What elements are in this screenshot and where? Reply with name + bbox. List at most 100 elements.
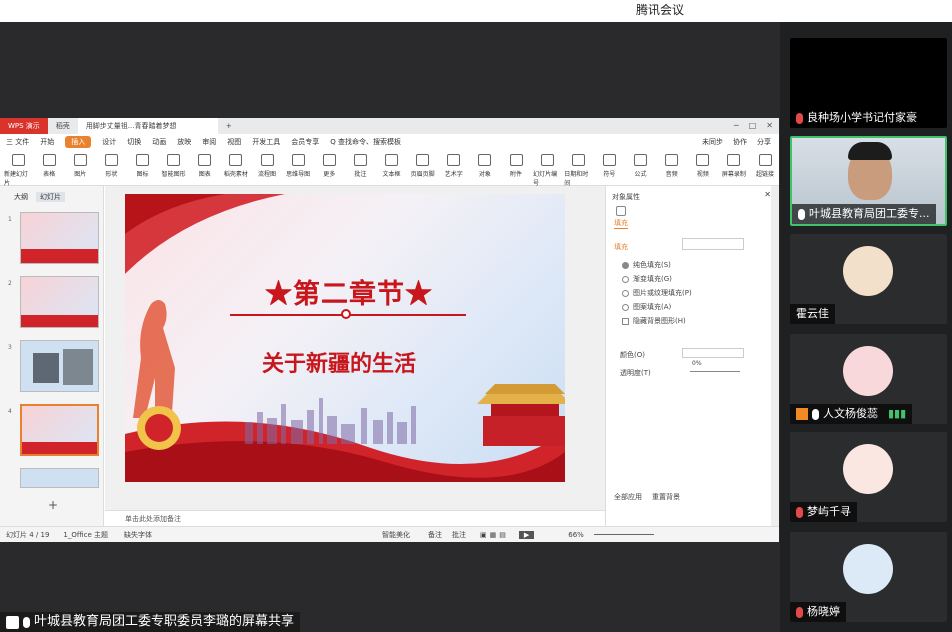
option-pattern-fill[interactable]: 图案填充(A) <box>622 302 671 312</box>
ribbon-button[interactable]: 智能图形 <box>160 150 188 178</box>
tab-docer[interactable]: 稻壳 <box>48 118 78 134</box>
current-slide[interactable]: ★第二章节★ 关于新疆的生活 <box>125 194 565 482</box>
reset-background-button[interactable]: 重置背景 <box>652 492 680 502</box>
screen-share-icon <box>6 615 19 629</box>
notes-field[interactable]: 单击此处添加备注 <box>105 510 605 526</box>
option-gradient-fill[interactable]: 渐变填充(G) <box>622 274 672 284</box>
maximize-icon[interactable]: □ <box>749 121 757 130</box>
close-icon[interactable]: ✕ <box>766 121 773 130</box>
slide-thumbnail[interactable] <box>20 468 99 488</box>
ribbon-button[interactable]: 幻灯片编号 <box>533 150 561 187</box>
missing-font-button[interactable]: 缺失字体 <box>124 530 152 540</box>
menu-review[interactable]: 审阅 <box>202 137 216 147</box>
menu-search[interactable]: Q 查找命令、搜索模板 <box>330 137 401 147</box>
participant-tile[interactable]: 霍云佳 <box>790 234 947 324</box>
ribbon-icon <box>42 154 56 166</box>
ribbon-button[interactable]: 对象 <box>471 150 499 178</box>
ribbon-button[interactable]: 艺术字 <box>440 150 468 178</box>
ribbon-label: 批注 <box>354 171 367 178</box>
insert-ribbon: 新建幻灯片 表格 图片 形状 图标 智能图形 图表 稻壳素材 流程图 思维导图 更多 批注 文本框 页眉页… <box>0 150 779 187</box>
zoom-slider[interactable] <box>593 534 654 535</box>
color-picker[interactable] <box>682 348 744 358</box>
option-solid-fill[interactable]: 纯色填充(S) <box>622 260 671 270</box>
menu-design[interactable]: 设计 <box>102 137 116 147</box>
ribbon-button[interactable]: 超链接 <box>751 150 779 178</box>
ribbon-button[interactable]: 页眉页脚 <box>409 150 437 178</box>
menu-developer[interactable]: 开发工具 <box>252 137 280 147</box>
ribbon-button[interactable]: 视频 <box>689 150 717 178</box>
tab-wps-presentation[interactable]: WPS 演示 <box>0 118 48 134</box>
ribbon-button[interactable]: 符号 <box>595 150 623 178</box>
menu-view[interactable]: 视图 <box>227 137 241 147</box>
ribbon-button[interactable]: 屏幕录制 <box>720 150 748 178</box>
option-picture-fill[interactable]: 图片或纹理填充(P) <box>622 288 692 298</box>
ribbon-button[interactable]: 图标 <box>129 150 157 178</box>
mic-icon <box>23 616 30 628</box>
menu-member[interactable]: 会员专享 <box>291 137 319 147</box>
fill-icon[interactable] <box>616 206 626 216</box>
tab-slides[interactable]: 幻灯片 <box>36 192 65 202</box>
notes-button[interactable]: 备注 <box>428 530 442 540</box>
participant-tile[interactable]: 梦屿千寻 <box>790 432 947 522</box>
slide-title[interactable]: ★第二章节★ <box>265 272 433 311</box>
menu-home[interactable]: 开始 <box>40 137 54 147</box>
ribbon-button[interactable]: 图表 <box>191 150 219 178</box>
add-slide-icon[interactable]: + <box>48 498 58 512</box>
menu-animation[interactable]: 动画 <box>152 137 166 147</box>
apply-all-button[interactable]: 全部应用 <box>614 492 642 502</box>
new-tab-button[interactable]: + <box>218 118 240 134</box>
transparency-label: 透明度(T) <box>620 369 651 377</box>
ribbon-button[interactable]: 批注 <box>346 150 374 178</box>
menu-insert[interactable]: 插入 <box>65 136 92 148</box>
participant-tile[interactable]: 良种场小学书记付家豪 <box>790 38 947 128</box>
ribbon-button[interactable]: 图片 <box>66 150 94 178</box>
ribbon-label: 更多 <box>323 171 336 178</box>
slide-thumbnail[interactable] <box>20 340 99 392</box>
ribbon-button[interactable]: 文本框 <box>378 150 406 178</box>
ribbon-button[interactable]: 流程图 <box>253 150 281 178</box>
radio-icon <box>622 303 629 311</box>
slide-thumbnail[interactable] <box>20 276 99 328</box>
close-pane-icon[interactable]: ✕ <box>764 190 771 199</box>
view-mode-icons[interactable]: ▣▦▤ <box>480 531 509 539</box>
ribbon-button[interactable]: 更多 <box>315 150 343 178</box>
participant-nameplate: 良种场小学书记付家豪 <box>790 108 923 128</box>
participant-tile-active[interactable]: 叶城县教育局团工委专... <box>790 136 947 226</box>
collab-button[interactable]: 协作 <box>733 137 747 147</box>
menu-file[interactable]: 三 文件 <box>6 137 29 147</box>
ribbon-label: 新建幻灯片 <box>4 171 29 187</box>
menu-slideshow[interactable]: 放映 <box>177 137 191 147</box>
ribbon-button[interactable]: 公式 <box>627 150 655 178</box>
play-icon[interactable]: ▶ <box>518 530 535 539</box>
participant-nameplate: 霍云佳 <box>790 304 835 324</box>
minimize-icon[interactable]: ─ <box>734 121 739 130</box>
ribbon-button[interactable]: 附件 <box>502 150 530 178</box>
tab-document[interactable]: 用脚步丈量祖...青春踏着梦想 <box>77 118 218 134</box>
share-button[interactable]: 分享 <box>757 137 771 147</box>
fill-section-title[interactable]: 填充 <box>614 242 628 252</box>
smart-beautify-button[interactable]: 智能美化 <box>382 530 410 540</box>
slide-subtitle[interactable]: 关于新疆的生活 <box>262 346 416 378</box>
slide-thumbnail-selected[interactable] <box>20 404 99 456</box>
thumb-number: 2 <box>8 280 12 287</box>
comment-button[interactable]: 批注 <box>452 530 466 540</box>
menu-transition[interactable]: 切换 <box>127 137 141 147</box>
transparency-value: 0% <box>692 360 702 367</box>
option-hide-background[interactable]: 隐藏背景图形(H) <box>622 316 686 326</box>
participant-tile[interactable]: 杨晓婷 <box>790 532 947 622</box>
ribbon-button[interactable]: 思维导图 <box>284 150 312 178</box>
tab-outline[interactable]: 大纲 <box>14 192 28 202</box>
fill-dropdown[interactable] <box>682 238 744 250</box>
ribbon-button[interactable]: 新建幻灯片 <box>4 150 32 187</box>
ribbon-button[interactable]: 音频 <box>658 150 686 178</box>
participant-tile[interactable]: 人文杨俊蕊 ▮▮▮ <box>790 334 947 424</box>
ribbon-button[interactable]: 日期和时间 <box>564 150 592 187</box>
transparency-slider[interactable] <box>690 371 740 372</box>
zoom-level[interactable]: 66% <box>568 531 584 539</box>
ribbon-button[interactable]: 形状 <box>97 150 125 178</box>
ribbon-button[interactable]: 稻壳素材 <box>222 150 250 178</box>
tab-fill[interactable]: 填充 <box>614 218 628 229</box>
ribbon-button[interactable]: 表格 <box>35 150 63 178</box>
sync-status[interactable]: 未同步 <box>702 137 723 147</box>
slide-thumbnail[interactable] <box>20 212 99 264</box>
